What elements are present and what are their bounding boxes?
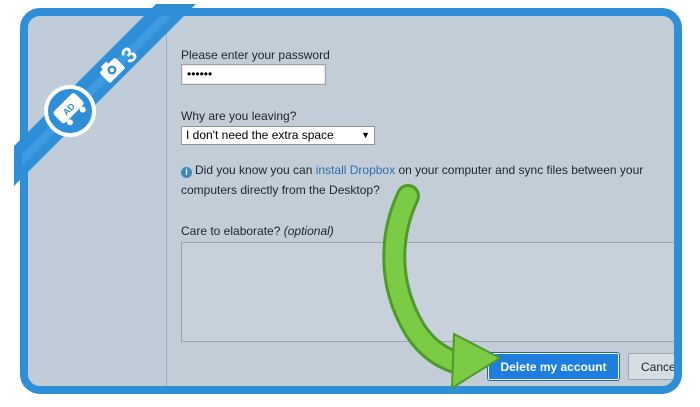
install-info-text: i Did you know you can install Dropbox on… [181,163,644,197]
optional-hint: (optional) [283,224,334,238]
elaborate-textarea[interactable] [181,242,674,342]
dropdown-caret-icon: ▼ [361,130,370,140]
elaborate-label: Care to elaborate? (optional) [181,224,334,238]
reason-selected-value: I don't need the extra space [186,128,334,142]
password-input[interactable]: •••••• [181,64,326,85]
reason-select[interactable]: I don't need the extra space ▼ [181,126,375,145]
step-badge: AD 3 [14,4,196,186]
install-dropbox-link[interactable]: install Dropbox [316,163,395,177]
delete-account-button[interactable]: Delete my account [488,353,619,380]
password-label: Please enter your password [181,48,330,62]
delete-account-form: Please enter your password •••••• Why ar… [167,16,674,386]
cancel-button[interactable]: Cance [628,353,674,380]
